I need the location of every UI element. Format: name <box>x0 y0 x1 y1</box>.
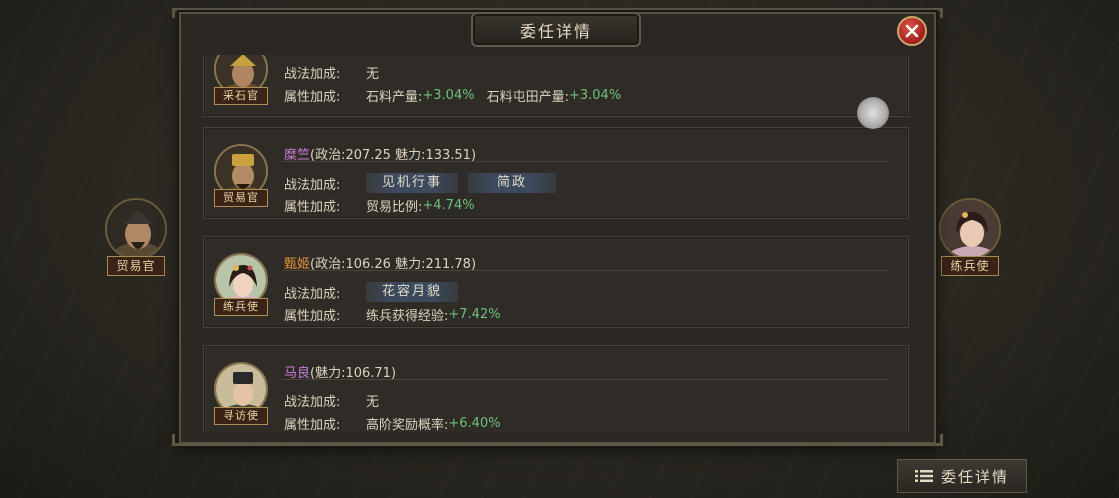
officer-role-tag: 练兵使 <box>941 256 999 276</box>
officer-role-tag: 贸易官 <box>107 256 165 276</box>
role-tag: 寻访使 <box>214 407 268 425</box>
list-item: 采石官 战法加成: 无 属性加成: 石料产量: +3.04% 石料屯田产量: +… <box>203 55 909 117</box>
skill-bonus-value: 无 <box>366 395 380 410</box>
divider <box>282 270 888 271</box>
officer-portrait <box>939 198 1001 260</box>
close-icon <box>905 24 919 38</box>
list-item: 寻访使 马良(魅力:106.71) 战法加成: 无 属性加成: 高阶奖励概率: … <box>203 345 909 433</box>
attr-bonus-label: 属性加成: <box>284 309 341 324</box>
skill-chip[interactable]: 花容月貌 <box>366 282 459 302</box>
touch-indicator <box>857 97 889 129</box>
attr-bonus-value: +3.04% <box>422 88 475 103</box>
role-tag: 采石官 <box>214 87 268 105</box>
officer-slot-trade[interactable]: 贸易官 <box>103 198 169 278</box>
dialog-frame-bottom <box>172 434 943 446</box>
appointment-details-label: 委任详情 <box>940 467 1009 486</box>
skill-bonus-label: 战法加成: <box>284 395 341 410</box>
officer-list[interactable]: 采石官 战法加成: 无 属性加成: 石料产量: +3.04% 石料屯田产量: +… <box>203 55 909 433</box>
attr-bonus-row: 属性加成: 练兵获得经验: +7.42% <box>284 305 501 324</box>
attr-bonus-text: 贸易比例: <box>366 200 423 215</box>
dialog-title: 委任详情 <box>471 12 641 47</box>
list-icon <box>914 470 933 482</box>
attr-bonus-label: 属性加成: <box>284 90 341 105</box>
attr-bonus-row: 属性加成: 贸易比例: +4.74% <box>284 196 475 215</box>
appointment-details-button[interactable]: 委任详情 <box>897 459 1027 493</box>
attr-bonus-value: +7.42% <box>448 307 501 322</box>
attr-bonus-text: 高阶奖励概率: <box>366 418 449 433</box>
attr-bonus-value: +4.74% <box>422 198 475 213</box>
officer-portrait <box>105 198 167 260</box>
attr-bonus-value: +6.40% <box>448 416 501 431</box>
skill-bonus-row: 战法加成: 花容月貌 <box>284 282 468 302</box>
attr-bonus-label: 属性加成: <box>284 200 341 215</box>
attr-bonus-value: +3.04% <box>568 88 622 103</box>
list-item: 贸易官 糜竺(政治:207.25 魅力:133.51) 战法加成: 见机行事 简… <box>203 127 909 219</box>
divider <box>282 379 888 380</box>
skill-bonus-label: 战法加成: <box>284 177 341 193</box>
officer-slot-training[interactable]: 练兵使 <box>937 198 1003 278</box>
list-item: 练兵使 甄姬(政治:106.26 魅力:211.78) 战法加成: 花容月貌 属… <box>203 236 909 328</box>
skill-bonus-value: 无 <box>366 67 380 82</box>
skill-chip[interactable]: 见机行事 <box>366 173 459 193</box>
attr-bonus-row: 属性加成: 石料产量: +3.04% 石料屯田产量: +3.04% <box>284 86 621 105</box>
attr-bonus-row: 属性加成: 高阶奖励概率: +6.40% <box>284 414 501 433</box>
attr-bonus-label: 属性加成: <box>284 418 341 433</box>
attr-bonus-text: 石料产量: <box>366 90 423 105</box>
skill-bonus-row: 战法加成: 无 <box>284 63 379 82</box>
divider <box>282 161 888 162</box>
attr-bonus-text: 练兵获得经验: <box>366 309 449 324</box>
skill-bonus-label: 战法加成: <box>284 67 341 82</box>
role-tag: 练兵使 <box>214 298 268 316</box>
close-button[interactable] <box>897 16 927 46</box>
attr-bonus-text: 石料屯田产量: <box>486 90 569 105</box>
skill-bonus-row: 战法加成: 见机行事 简政 <box>284 173 566 193</box>
skill-chip[interactable]: 简政 <box>468 173 557 193</box>
skill-bonus-row: 战法加成: 无 <box>284 391 379 410</box>
role-tag: 贸易官 <box>214 189 268 207</box>
skill-bonus-label: 战法加成: <box>284 286 341 302</box>
